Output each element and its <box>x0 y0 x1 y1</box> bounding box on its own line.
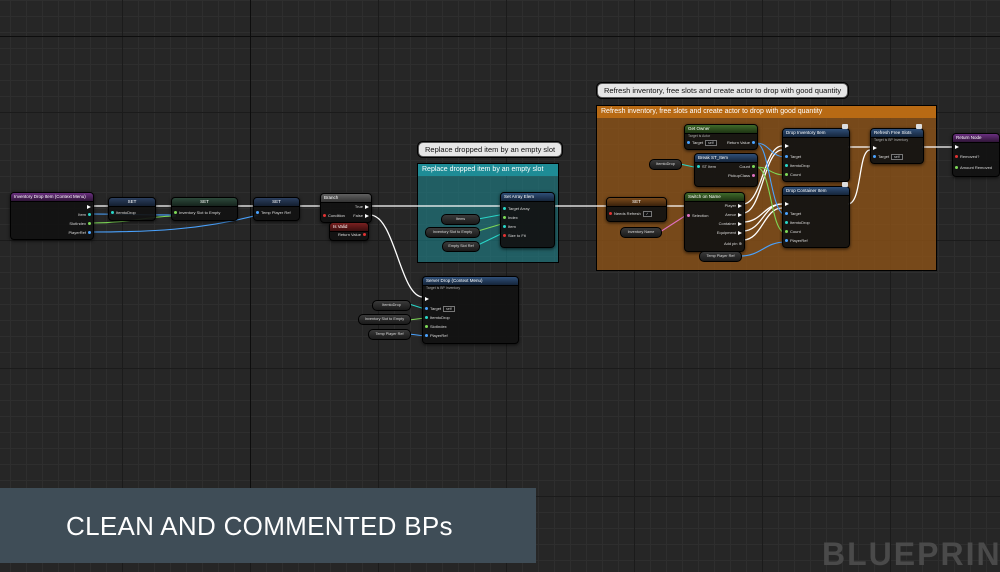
refresh-free-slots-node[interactable]: Refresh Free Slots Target is BP Inventor… <box>870 128 924 164</box>
caption-text: CLEAN AND COMMENTED BPs <box>66 511 453 541</box>
switch-pin-selection[interactable]: Selection <box>685 213 708 218</box>
set-array-pin-size[interactable]: Size to Fit <box>501 233 526 238</box>
switch-pin-armor[interactable]: Armor <box>725 212 744 217</box>
drop-container-pin-playerref[interactable]: PlayerRef <box>783 238 808 243</box>
set-array-pin-item[interactable]: Item <box>501 224 516 229</box>
return-pin-exec[interactable] <box>953 144 961 149</box>
refresh-free-slots-title: Refresh Free Slots <box>871 129 923 138</box>
variable-inventory-slot-to-empty-2[interactable]: Inventory Slot to Empty <box>358 314 411 325</box>
drop-item-pin-target[interactable]: Target <box>783 154 801 159</box>
event-node-title: Inventory Drop Item (Context Menu) <box>11 193 93 202</box>
variable-items[interactable]: Items <box>441 214 480 225</box>
branch-pin-condition[interactable]: Condition <box>321 213 345 218</box>
return-node[interactable]: Return Node Removed? Amount Removed <box>952 133 1000 177</box>
return-pin-amount[interactable]: Amount Removed <box>953 165 992 170</box>
event-node-inventory-drop-item[interactable]: Inventory Drop Item (Context Menu) Item … <box>10 192 94 240</box>
drop-container-pin-target[interactable]: Target <box>783 211 801 216</box>
set-node-inventory-slot[interactable]: SET Inventory Slot to Empty <box>171 197 238 221</box>
drop-container-item-title: Drop Container Item <box>783 187 849 196</box>
server-drop-pin-playerref[interactable]: PlayerRef <box>423 333 448 338</box>
set-array-elem-title: Set Array Elem <box>501 193 554 202</box>
variable-itemtodrop-2[interactable]: ItemtoDrop <box>649 159 682 170</box>
blueprint-watermark: BLUEPRINT <box>822 536 1000 572</box>
set-needs-refresh-node[interactable]: SET Needs Refresh ✓ <box>606 197 667 222</box>
set1-pin-value[interactable]: ItemtoDrop <box>109 210 136 215</box>
variable-inventory-slot-to-empty[interactable]: Inventory Slot to Empty <box>425 227 480 238</box>
refresh-free-pin-exec[interactable] <box>871 145 879 150</box>
switch-pin-equipment[interactable]: Equipment <box>717 230 744 235</box>
drop-container-pin-exec[interactable] <box>783 201 791 206</box>
set-node-title: SET <box>109 198 155 207</box>
branch-node-title: Branch <box>321 194 371 203</box>
switch-add-pin-button[interactable]: Add pin ⊕ <box>724 241 742 246</box>
set-needs-refresh-title: SET <box>607 198 666 207</box>
is-valid-node[interactable]: Is Valid Return Value <box>329 222 369 241</box>
set2-pin-value[interactable]: Inventory Slot to Empty <box>172 210 220 215</box>
switch-on-name-node[interactable]: Switch on Name Selection Player Armor Co… <box>684 192 745 252</box>
set-node-temp-player[interactable]: SET Temp Player Ref <box>253 197 300 221</box>
set-array-pin-target[interactable]: Target Array <box>501 206 530 211</box>
drop-item-pin-itemtodrop[interactable]: ItemtoDrop <box>783 163 810 168</box>
drop-container-pin-itemtodrop[interactable]: ItemtoDrop <box>783 220 810 225</box>
branch-pin-true[interactable]: True <box>355 204 371 209</box>
drop-inventory-item-title: Drop Inventory Item <box>783 129 849 138</box>
switch-pin-container[interactable]: Container <box>719 221 744 226</box>
drop-item-pin-count[interactable]: Count <box>783 172 801 177</box>
is-valid-pin-return[interactable]: Return Value <box>338 232 368 237</box>
variable-inventory-name[interactable]: Inventory Name <box>620 227 662 238</box>
break-pin-st-item[interactable]: ST Item <box>695 164 716 169</box>
variable-empty-slot-ref[interactable]: Empty Slot Ref <box>442 241 480 252</box>
server-drop-pin-exec[interactable] <box>423 296 431 301</box>
server-drop-node[interactable]: Server Drop (Context Menu) Target is BP … <box>422 276 519 344</box>
refresh-free-pin-target[interactable]: Target self <box>871 154 903 160</box>
get-owner-title: Get Owner <box>685 125 757 134</box>
drop-inventory-item-node[interactable]: Drop Inventory Item Target ItemtoDrop Co… <box>782 128 850 182</box>
variable-itemtodrop[interactable]: ItemtoDrop <box>372 300 411 311</box>
drop-container-item-node[interactable]: Drop Container Item Target ItemtoDrop Co… <box>782 186 850 248</box>
event-pin-exec[interactable] <box>85 204 93 209</box>
set-needs-refresh-pin[interactable]: Needs Refresh ✓ <box>607 211 652 217</box>
drop-container-pin-count[interactable]: Count <box>783 229 801 234</box>
event-pin-item[interactable]: Item <box>78 212 93 217</box>
event-pin-slotindex[interactable]: SlotIndex <box>69 221 93 226</box>
variable-temp-player-ref[interactable]: Temp Player Ref <box>368 329 411 340</box>
variable-temp-player-ref-2[interactable]: Temp Player Ref <box>699 251 742 262</box>
switch-title: Switch on Name <box>685 193 744 202</box>
break-pin-pickupclass[interactable]: PickupClass <box>728 173 757 178</box>
server-drop-pin-itemtodrop[interactable]: ItemtoDrop <box>423 315 450 320</box>
return-pin-removed[interactable]: Removed? <box>953 154 979 159</box>
drop-item-pin-exec[interactable] <box>783 143 791 148</box>
break-st-item-title: Break ST_Item <box>695 154 757 163</box>
server-drop-pin-slotindex[interactable]: SlotIndex <box>423 324 447 329</box>
server-drop-pin-target[interactable]: Target self <box>423 306 455 312</box>
set-array-pin-index[interactable]: Index <box>501 215 518 220</box>
refresh-free-envelope-icon <box>916 124 922 129</box>
server-drop-subtitle: Target is BP Inventory <box>426 286 461 290</box>
get-owner-subtitle: Target is Actor <box>688 134 711 138</box>
break-pin-count[interactable]: Count <box>739 164 757 169</box>
switch-pin-player[interactable]: Player <box>725 203 744 208</box>
drop-container-envelope-icon <box>842 182 848 187</box>
break-st-item-node[interactable]: Break ST_Item ST Item Count PickupClass <box>694 153 758 187</box>
set-array-elem-node[interactable]: Set Array Elem Target Array Index Item S… <box>500 192 555 248</box>
server-drop-title: Server Drop (Context Menu) <box>423 277 518 286</box>
set-node-title: SET <box>254 198 299 207</box>
get-owner-pin-target[interactable]: Target self <box>685 140 717 146</box>
caption-panel: CLEAN AND COMMENTED BPs <box>0 488 536 563</box>
get-owner-node[interactable]: Get Owner Target is Actor Target self Ret… <box>684 124 758 150</box>
set-node-item-to-drop[interactable]: SET ItemtoDrop <box>108 197 156 221</box>
drop-item-envelope-icon <box>842 124 848 129</box>
refresh-free-slots-subtitle: Target is BP Inventory <box>874 138 909 142</box>
branch-pin-false[interactable]: False <box>353 213 371 218</box>
set-node-title: SET <box>172 198 237 207</box>
get-owner-pin-return[interactable]: Return Value <box>727 140 757 145</box>
is-valid-node-title: Is Valid <box>330 223 368 232</box>
branch-node[interactable]: Branch Condition True False <box>320 193 372 223</box>
event-pin-playerref[interactable]: PlayerRef <box>68 230 93 235</box>
return-node-title: Return Node <box>953 134 999 143</box>
set3-pin-value[interactable]: Temp Player Ref <box>254 210 291 215</box>
